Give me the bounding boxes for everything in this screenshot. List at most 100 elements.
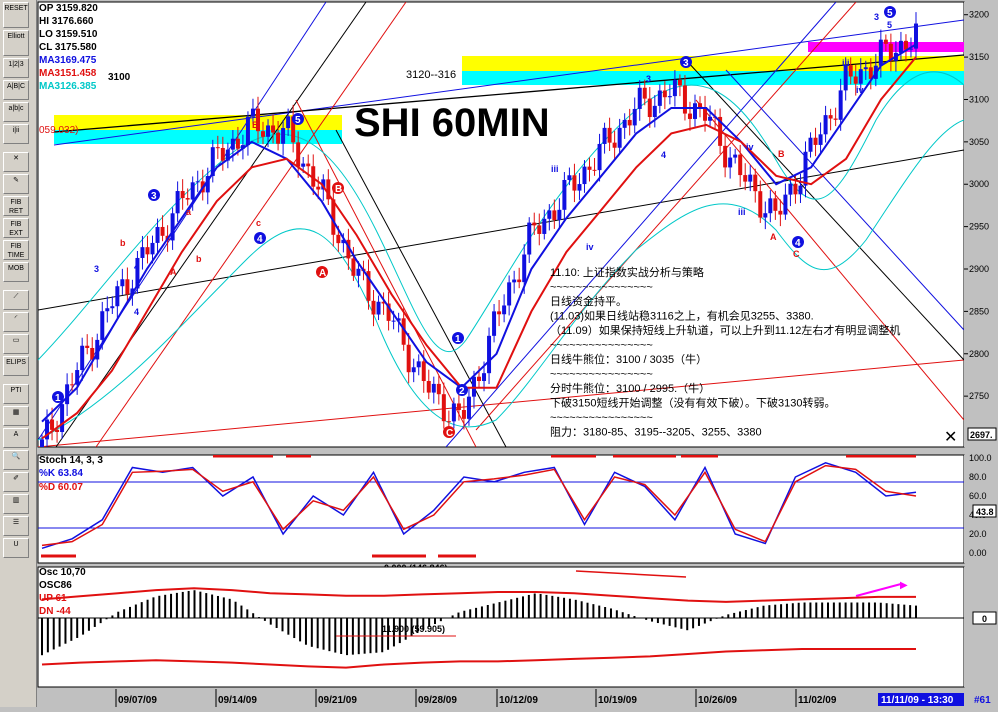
grid-button[interactable]: ▦ [3,406,29,426]
candle-body [748,174,753,182]
candle-body [572,175,577,191]
reset-button[interactable]: RESET [3,2,29,28]
zoom-button[interactable]: 🔍 [3,450,29,470]
pencil-tool-button[interactable]: ✎ [3,174,29,194]
candle-body [105,308,110,312]
wave-abc-small-button[interactable]: a|b|c [3,102,29,122]
osc-zero-tag: 0 [982,614,987,624]
candle-body [421,361,426,382]
stoch-tag: 43.8 [976,507,994,517]
ellipse-button[interactable]: ELIPS [3,356,29,376]
candle-body [160,226,165,236]
svg-text:4: 4 [257,234,263,245]
svg-text:3: 3 [151,191,157,202]
candle-body [672,79,677,97]
candle-body [261,131,266,137]
cross-tool-button[interactable]: ✕ [3,152,29,172]
candle-body [185,198,190,200]
candle-body [120,279,125,287]
svg-text:iv: iv [746,142,754,152]
candle-body [512,279,517,283]
candle-body [235,138,240,149]
candle-body [522,254,527,283]
candle-body [517,279,522,283]
mob-button[interactable]: MOB [3,262,29,282]
candle-body [903,40,908,50]
wave-i-button[interactable]: i|ii [3,124,29,144]
stoch-panel[interactable] [37,454,965,564]
candle-body [537,225,542,234]
commentary-line: 阻力：3180-85、3195--3205、3255、3380 [550,426,762,439]
fib-ret-button[interactable]: FIB RET [3,196,29,216]
candle-body [662,90,667,98]
arrow-right-icon: ▶ [900,580,908,591]
elliott-button[interactable]: Elliott [3,30,29,56]
support-zone-cyan [54,130,342,144]
wave-abc-button[interactable]: A|B|C [3,80,29,100]
candle-body [692,103,697,119]
svg-text:iv: iv [856,85,864,95]
candle-body [532,222,537,226]
svg-text:1: 1 [455,334,461,345]
candle-body [758,191,763,218]
price-tick-label: 3000 [969,179,989,189]
candle-body [612,142,617,148]
legend-low: LO 3159.510 [39,29,98,40]
rect-button[interactable]: ▭ [3,334,29,354]
text-button[interactable]: A [3,428,29,448]
candle-body [743,175,748,182]
osc-dn-label: DN -44 [39,606,71,617]
price-tick-label: 3050 [969,137,989,147]
svg-text:4: 4 [134,262,139,272]
osc-panel[interactable] [37,566,965,688]
svg-text:B: B [778,149,785,159]
osc-axis-bg [964,567,996,687]
list-button[interactable]: ☰ [3,516,29,536]
candle-body [687,113,692,119]
candle-body [622,119,627,128]
candle-body [828,115,833,119]
candle-body [547,210,552,219]
candle-body [637,87,642,109]
fib-ext-button[interactable]: FIB EXT [3,218,29,238]
close-icon[interactable]: ✕ [944,429,957,446]
candle-body [858,69,863,84]
paint-button[interactable]: ✐ [3,472,29,492]
candle-body [461,410,466,419]
candle-body [60,404,65,433]
candle-body [110,306,115,309]
candle-body [838,90,843,120]
arc-button[interactable]: ◜ [3,312,29,332]
candle-body [642,87,647,99]
candle-body [798,185,803,195]
resistance-zone-cyan [462,71,964,85]
candle-body [667,96,672,98]
magnet-button[interactable]: U [3,538,29,558]
price-tick-label: 2850 [969,306,989,316]
candle-body [853,76,858,84]
svg-text:1: 1 [55,393,61,404]
candle-body [411,367,416,373]
candle-body [316,186,321,190]
candle-body [602,127,607,144]
wave-numbers-button[interactable]: 1|2|3 [3,58,29,78]
stoch-tick-label: 100.0 [969,453,992,463]
candle-body [250,108,255,117]
osc-label: OSC86 [39,580,72,591]
bars-button[interactable]: ▥ [3,494,29,514]
price-tag: 2697. [970,430,993,440]
candle-body [336,234,341,244]
candle-body [793,183,798,195]
fib-time-button[interactable]: FIB TIME [3,240,29,260]
candle-body [768,198,773,214]
svg-text:A: A [770,232,777,242]
svg-text:iv: iv [586,242,594,252]
stoch-tick-label: 80.0 [969,472,987,482]
candle-body [552,210,557,221]
candle-body [271,125,276,133]
price-tick-label: 2800 [969,349,989,359]
candle-body [657,90,662,106]
pti-button[interactable]: PTI [3,384,29,404]
fan-button[interactable]: ⟋ [3,290,29,310]
candle-body [55,429,60,433]
